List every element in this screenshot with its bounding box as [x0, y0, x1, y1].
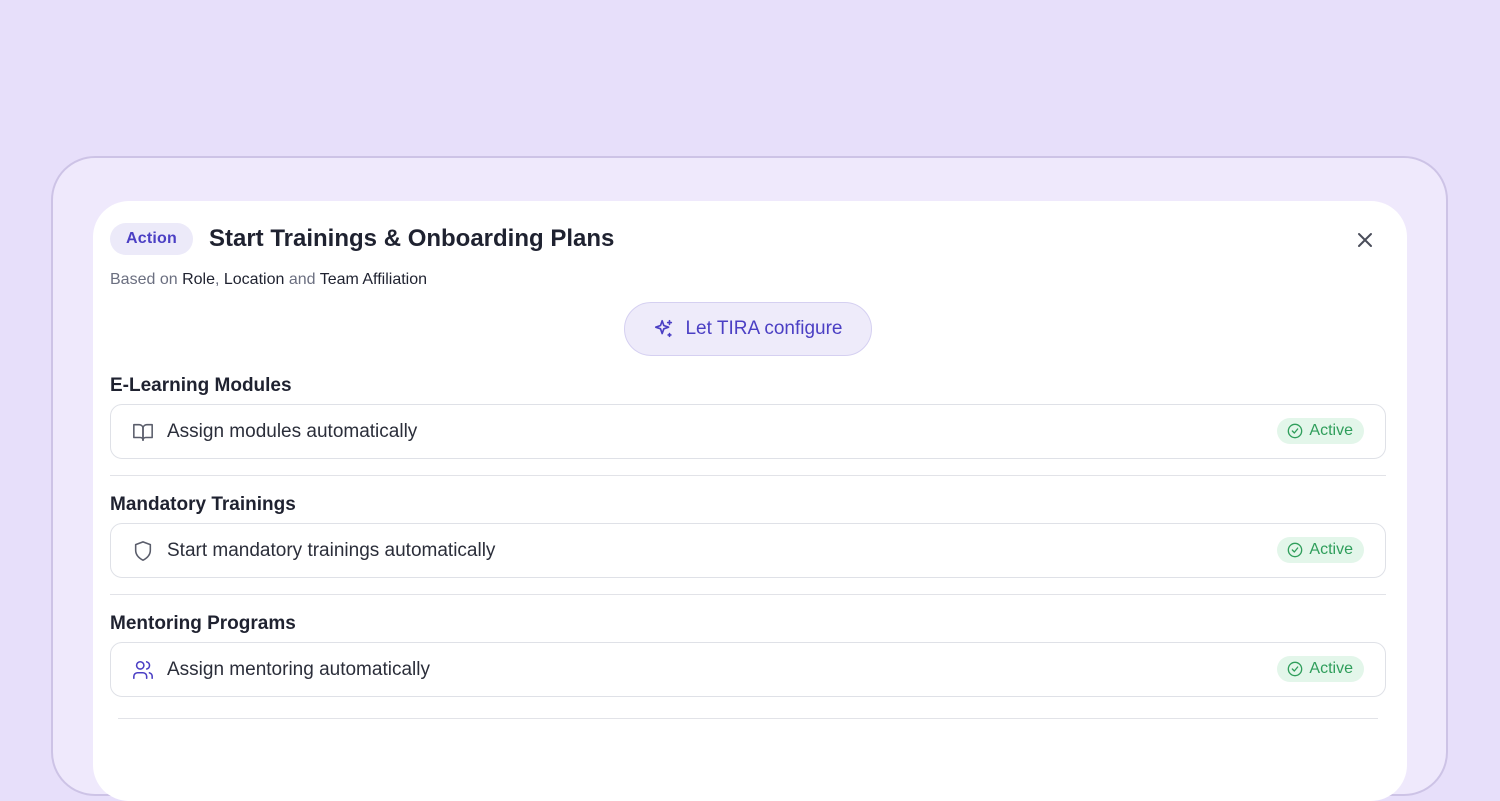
subtitle: Based on Role, Location and Team Affilia…: [110, 271, 427, 289]
action-badge: Action: [110, 223, 193, 255]
check-circle-icon: [1287, 661, 1303, 677]
book-open-icon: [132, 421, 154, 443]
subtitle-comma: ,: [214, 271, 220, 288]
status-badge: Active: [1277, 537, 1364, 563]
divider: [118, 718, 1378, 719]
section-title-mentoring: Mentoring Programs: [110, 613, 296, 634]
status-label: Active: [1309, 541, 1353, 558]
row-label: Assign mentoring automatically: [167, 658, 430, 680]
status-badge: Active: [1277, 656, 1364, 682]
status-label: Active: [1309, 660, 1353, 677]
row-label: Assign modules automatically: [167, 420, 418, 442]
page-title: Start Trainings & Onboarding Plans: [208, 225, 615, 252]
subtitle-prefix: Based on: [110, 271, 178, 288]
divider: [110, 475, 1386, 476]
sparkles-icon: [653, 318, 675, 340]
subtitle-role: Role: [182, 271, 215, 288]
section-title-e-learning: E-Learning Modules: [110, 375, 292, 396]
section-title-mandatory: Mandatory Trainings: [110, 494, 296, 515]
subtitle-and: and: [288, 271, 316, 288]
divider: [110, 594, 1386, 595]
row-assign-mentoring[interactable]: Assign mentoring automatically Active: [110, 642, 1386, 697]
let-tira-configure-button[interactable]: Let TIRA configure: [624, 302, 872, 356]
status-label: Active: [1309, 422, 1353, 439]
row-start-mandatory[interactable]: Start mandatory trainings automatically …: [110, 523, 1386, 578]
shield-icon: [132, 540, 154, 562]
action-card: Action Start Trainings & Onboarding Plan…: [93, 201, 1407, 801]
let-tira-configure-label: Let TIRA configure: [685, 318, 843, 339]
subtitle-team: Team Affiliation: [319, 271, 428, 288]
users-icon: [132, 659, 154, 681]
check-circle-icon: [1287, 542, 1303, 558]
card-header: Action Start Trainings & Onboarding Plan…: [110, 223, 614, 255]
subtitle-location: Location: [223, 271, 285, 288]
row-assign-modules[interactable]: Assign modules automatically Active: [110, 404, 1386, 459]
close-icon[interactable]: [1353, 228, 1377, 252]
check-circle-icon: [1287, 423, 1303, 439]
status-badge: Active: [1277, 418, 1364, 444]
row-label: Start mandatory trainings automatically: [167, 539, 496, 561]
